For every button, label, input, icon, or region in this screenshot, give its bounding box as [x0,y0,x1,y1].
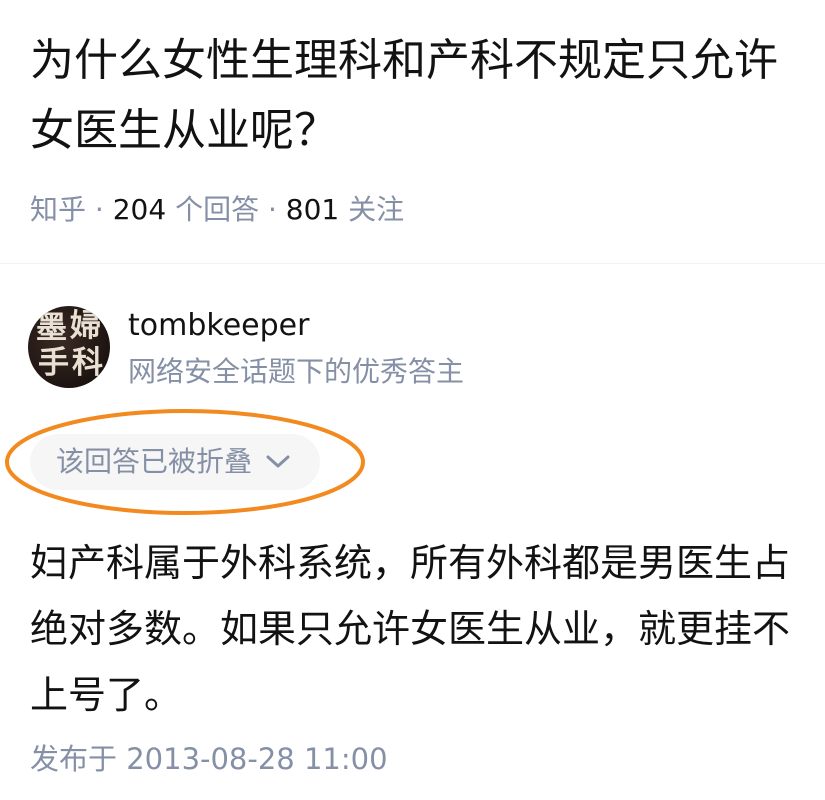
author-badge: 网络安全话题下的优秀答主 [128,355,465,388]
question-meta: 知乎 · 204 个回答 · 801 关注 [30,190,404,230]
author-name[interactable]: tombkeeper [128,306,309,346]
published-time[interactable]: 发布于 2013-08-28 11:00 [30,738,388,780]
answer-body: 妇产科属于外科系统，所有外科都是男医生占绝对多数。如果只允许女医生从业，就更挂不… [30,541,791,717]
followers-label: 关注 [339,193,405,226]
cutoff-row [30,790,170,800]
collapsed-label: 该回答已被折叠 [56,445,253,478]
chevron-down-icon [266,455,290,468]
meta-separator: · [86,193,113,226]
avatar-glyph: 墨 [36,310,67,346]
site-name[interactable]: 知乎 [30,193,86,226]
divider [0,263,825,264]
avatar-glyph: 科 [72,345,103,381]
avatar[interactable]: 墨 婦 手 科 [28,306,110,388]
answers-label: 个回答 [166,193,260,226]
collapsed-answer-button[interactable]: 该回答已被折叠 [30,434,320,490]
followers-count: 801 [285,193,340,226]
avatar-glyph: 婦 [70,308,101,344]
avatar-glyph: 手 [38,345,69,381]
question-title: 为什么女性生理科和产科不规定只允许女医生从业呢？ [30,35,778,156]
meta-separator-2: · [259,193,286,226]
answers-count: 204 [112,193,167,226]
